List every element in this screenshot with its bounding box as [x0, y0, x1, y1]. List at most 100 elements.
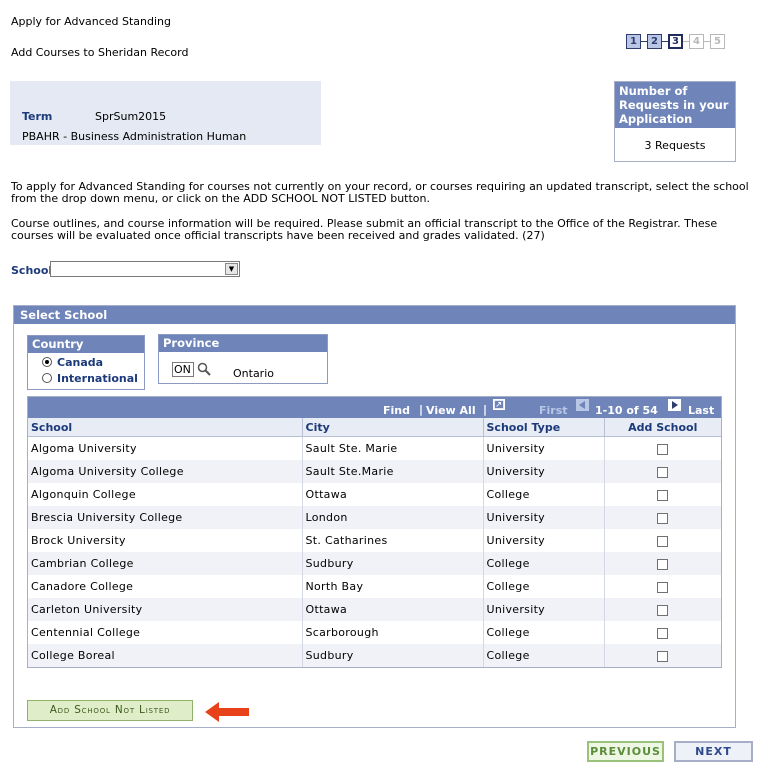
- school-cell: Canadore College: [28, 575, 303, 598]
- next-arrow-icon[interactable]: [668, 399, 681, 411]
- type-cell: College: [483, 483, 605, 506]
- step-2: 2: [647, 34, 662, 49]
- school-dropdown[interactable]: ▼: [50, 261, 240, 277]
- school-cell: Brock University: [28, 529, 303, 552]
- requests-title: Number of Requests in your Application: [615, 82, 735, 128]
- radio-international-row[interactable]: International: [42, 370, 144, 386]
- add-school-checkbox[interactable]: [657, 443, 669, 455]
- grid-nav-separator: |: [483, 403, 488, 416]
- city-cell: Sault Ste.Marie: [302, 460, 484, 483]
- city-cell: Ottawa: [302, 598, 484, 621]
- col-school: School: [28, 418, 303, 437]
- province-title: Province: [159, 335, 327, 352]
- grid-row-range: 1-10 of 54: [595, 404, 658, 417]
- city-cell: Sault Ste. Marie: [302, 436, 484, 460]
- grid-nav-separator: |: [419, 403, 424, 416]
- page-subtitle: Add Courses to Sheridan Record: [11, 46, 189, 59]
- radio-international[interactable]: [42, 373, 52, 383]
- grid-nav-bar: Find | View All | First 1-10 of 54 Last: [28, 397, 721, 418]
- radio-canada-row[interactable]: Canada: [42, 354, 144, 370]
- school-cell: Carleton University: [28, 598, 303, 621]
- term-value: SprSum2015: [95, 110, 167, 123]
- add-school-checkbox[interactable]: [657, 650, 669, 662]
- step-4: 4: [689, 34, 704, 49]
- school-cell: Algonquin College: [28, 483, 303, 506]
- search-icon[interactable]: [197, 362, 211, 376]
- table-row: Canadore College North Bay College: [28, 575, 721, 598]
- add-school-checkbox[interactable]: [657, 512, 669, 524]
- page-title: Apply for Advanced Standing: [11, 15, 172, 28]
- schools-table: School City School Type Add School Algom…: [28, 418, 721, 667]
- school-cell: Algoma University College: [28, 460, 303, 483]
- school-cell: Brescia University College: [28, 506, 303, 529]
- province-input[interactable]: ON: [172, 362, 194, 377]
- select-school-title: Select School: [14, 306, 735, 324]
- province-name: Ontario: [233, 367, 274, 380]
- city-cell: Ottawa: [302, 483, 484, 506]
- prev-arrow-icon[interactable]: [576, 399, 589, 411]
- city-cell: North Bay: [302, 575, 484, 598]
- grid-view-all-link[interactable]: View All: [426, 404, 476, 417]
- step-indicator: 1 2 3 4 5: [626, 34, 725, 49]
- table-row: Carleton University Ottawa University: [28, 598, 721, 621]
- type-cell: College: [483, 552, 605, 575]
- chevron-down-icon[interactable]: ▼: [225, 263, 238, 275]
- grid-last-link[interactable]: Last: [688, 404, 714, 417]
- school-label: School: [11, 264, 53, 277]
- table-row: Brock University St. Catharines Universi…: [28, 529, 721, 552]
- add-school-checkbox[interactable]: [657, 604, 669, 616]
- type-cell: College: [483, 644, 605, 667]
- type-cell: University: [483, 436, 605, 460]
- term-label: Term: [22, 110, 53, 123]
- type-cell: University: [483, 506, 605, 529]
- radio-canada-label[interactable]: Canada: [57, 356, 103, 369]
- city-cell: Sudbury: [302, 644, 484, 667]
- next-button[interactable]: NEXT: [674, 741, 753, 762]
- country-box: Country Canada International: [27, 335, 145, 390]
- table-row: Brescia University College London Univer…: [28, 506, 721, 529]
- schools-grid: Find | View All | First 1-10 of 54 Last …: [27, 396, 722, 668]
- grid-find-link[interactable]: Find: [383, 404, 410, 417]
- province-box: Province ON Ontario: [158, 334, 328, 384]
- table-row: Algoma University Sault Ste. Marie Unive…: [28, 436, 721, 460]
- add-school-checkbox[interactable]: [657, 627, 669, 639]
- step-3-current: 3: [668, 34, 683, 49]
- add-school-checkbox[interactable]: [657, 558, 669, 570]
- school-cell: Cambrian College: [28, 552, 303, 575]
- add-school-checkbox[interactable]: [657, 489, 669, 501]
- program-name: PBAHR - Business Administration Human: [22, 130, 247, 143]
- add-school-checkbox[interactable]: [657, 581, 669, 593]
- country-title: Country: [28, 336, 144, 353]
- type-cell: University: [483, 460, 605, 483]
- col-school-type: School Type: [483, 418, 605, 437]
- radio-canada[interactable]: [42, 357, 52, 367]
- table-row: Algoma University College Sault Ste.Mari…: [28, 460, 721, 483]
- type-cell: College: [483, 575, 605, 598]
- city-cell: Scarborough: [302, 621, 484, 644]
- requests-panel: Number of Requests in your Application 3…: [614, 81, 736, 162]
- city-cell: St. Catharines: [302, 529, 484, 552]
- requests-count: 3 Requests: [644, 139, 706, 152]
- add-school-not-listed-button[interactable]: Add School Not Listed: [27, 700, 193, 721]
- zoom-icon[interactable]: [493, 399, 505, 410]
- grid-first-link[interactable]: First: [539, 404, 568, 417]
- instruction-text-1: To apply for Advanced Standing for cours…: [11, 180, 749, 205]
- instruction-text-2: Course outlines, and course information …: [11, 217, 718, 242]
- type-cell: University: [483, 529, 605, 552]
- radio-international-label[interactable]: International: [57, 372, 138, 385]
- col-city: City: [302, 418, 484, 437]
- type-cell: University: [483, 598, 605, 621]
- type-cell: College: [483, 621, 605, 644]
- table-row: Algonquin College Ottawa College: [28, 483, 721, 506]
- step-5: 5: [710, 34, 725, 49]
- table-row: Centennial College Scarborough College: [28, 621, 721, 644]
- add-school-checkbox[interactable]: [657, 466, 669, 478]
- school-cell: Algoma University: [28, 436, 303, 460]
- city-cell: London: [302, 506, 484, 529]
- previous-button[interactable]: PREVIOUS: [587, 741, 664, 762]
- school-cell: Centennial College: [28, 621, 303, 644]
- table-row: Cambrian College Sudbury College: [28, 552, 721, 575]
- table-row: College Boreal Sudbury College: [28, 644, 721, 667]
- add-school-checkbox[interactable]: [657, 535, 669, 547]
- col-add-school: Add School: [604, 418, 721, 437]
